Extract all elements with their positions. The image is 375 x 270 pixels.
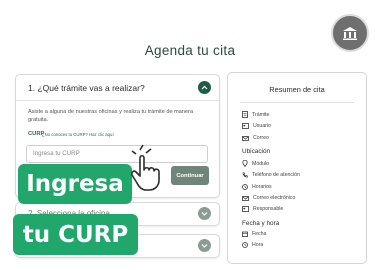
clock-icon <box>242 184 248 190</box>
summary-title: Resumen de cita <box>269 85 325 94</box>
continue-button[interactable]: Continuar <box>171 166 209 185</box>
summary-row-usuario: Usuario <box>242 123 271 129</box>
chevron-down-icon[interactable] <box>198 207 211 220</box>
page-title: Agenda tu cita <box>144 43 236 58</box>
document-icon <box>242 111 248 118</box>
summary-row-correo: Correo <box>242 135 269 141</box>
id-card-icon <box>242 206 249 212</box>
appointment-summary-panel: Resumen de cita Trámite Usuario Correo U… <box>227 72 367 264</box>
summary-heading-ubicacion: Ubicación <box>242 148 271 155</box>
summary-row-tramite: Trámite <box>242 111 269 118</box>
summary-row-fecha: Fecha <box>242 231 266 237</box>
step-1-description: Asiste a alguna de nuestras oficinas y r… <box>28 109 194 123</box>
envelope-icon <box>242 135 249 141</box>
chevron-up-icon[interactable] <box>198 81 211 94</box>
summary-row-modulo: Módulo <box>242 160 269 167</box>
overlay-banner-ingresa: Ingresa <box>18 164 132 204</box>
summary-row-hora: Hora <box>242 242 263 248</box>
curp-input[interactable]: Ingresa tu CURP <box>26 145 208 163</box>
summary-row-horarios: Horarios <box>242 184 272 190</box>
clock-icon <box>242 242 248 248</box>
overlay-banner-tu-curp: tu CURP <box>13 214 138 255</box>
calendar-icon <box>242 231 248 237</box>
summary-row-telefono: Teléfono de atención <box>242 172 300 178</box>
chevron-down-icon[interactable] <box>198 239 211 252</box>
divider <box>16 100 219 101</box>
phone-icon <box>242 172 248 178</box>
curp-help-link[interactable]: ¿No conoces tu CURP? Haz clic aquí <box>42 132 114 137</box>
pointing-hand-icon <box>131 144 160 191</box>
summary-row-responsable: Responsable <box>242 206 283 212</box>
step-1-title: 1. ¿Qué trámite vas a realizar? <box>28 83 145 93</box>
location-pin-icon <box>242 160 248 167</box>
summary-row-correo-electronico: Correo electrónico <box>242 195 295 201</box>
envelope-icon <box>242 195 249 201</box>
id-card-icon <box>242 123 249 129</box>
summary-heading-fecha-hora: Fecha y hora <box>242 220 280 227</box>
divider <box>240 102 354 103</box>
